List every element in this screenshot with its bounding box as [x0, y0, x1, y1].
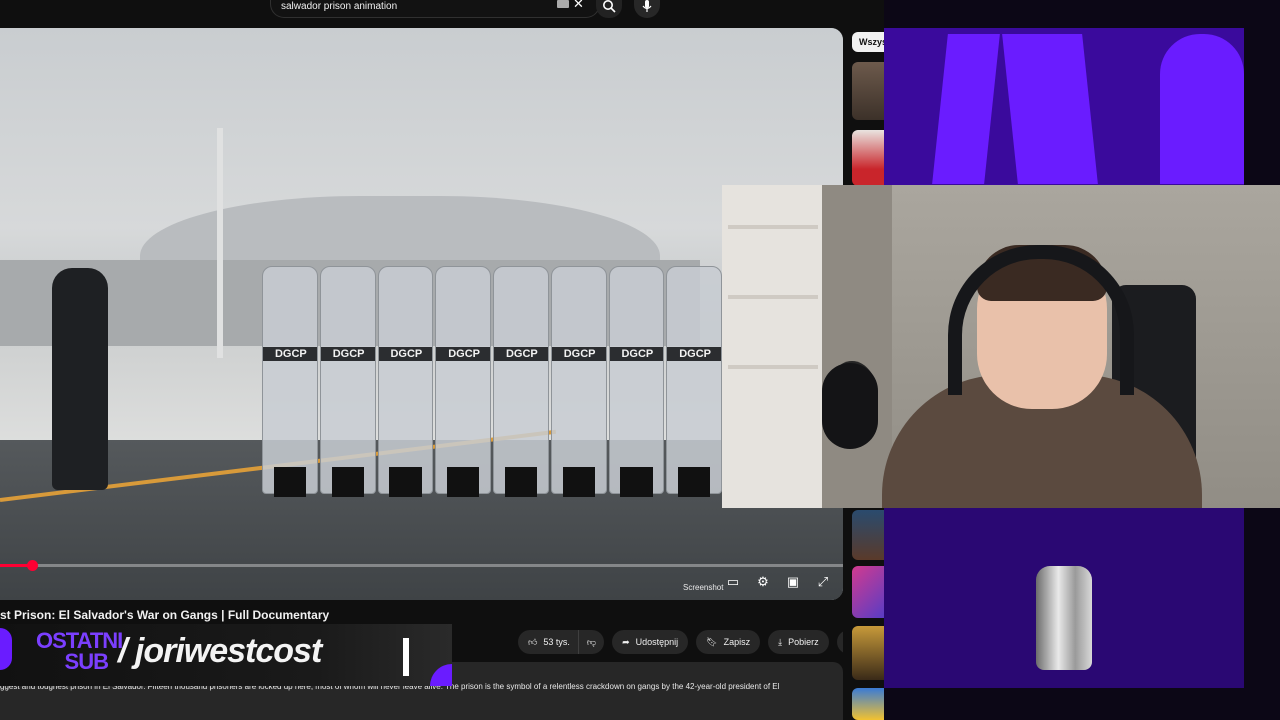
riot-shield: DGCP [435, 266, 491, 497]
keyboard-icon[interactable] [557, 0, 569, 8]
progress-bar[interactable] [0, 564, 843, 567]
riot-shield: DGCP [262, 266, 318, 497]
riot-shield: DGCP [550, 266, 607, 497]
riot-shield: DGCP [319, 266, 376, 497]
download-icon: ⤓ [778, 636, 783, 647]
video-player[interactable]: DGCP DGCP DGCP DGCP DGCP DGCP DGCP DGCP Screens… [0, 28, 843, 600]
riot-shield: DGCP [666, 266, 722, 497]
video-actions: 👍︎ 53 tys. 👎︎ ➦ Udostępnij 🔖︎ Zapisz ⤓ P… [518, 630, 861, 654]
shield-tag: DGCP [274, 348, 307, 360]
share-label: Udostępnij [635, 637, 679, 647]
like-button[interactable]: 👍︎ 53 tys. [518, 630, 578, 654]
theater-mode-icon[interactable]: ▣ [785, 574, 801, 590]
share-button[interactable]: ➦ Udostępnij [612, 630, 689, 654]
save-label: Zapisz [723, 637, 751, 647]
fullscreen-icon[interactable]: ⤢ [815, 574, 831, 590]
microphone [822, 363, 878, 449]
search-icon [603, 0, 616, 13]
bookmark-icon: 🔖︎ [706, 636, 718, 647]
trophy-graphic [1036, 566, 1092, 670]
shield-line: DGCP DGCP DGCP DGCP DGCP DGCP DGCP DGCP [262, 266, 722, 497]
last-sub-label: OSTATNI SUB [36, 628, 123, 674]
progress-scrubber[interactable] [27, 560, 39, 571]
video-officer [52, 268, 108, 490]
shield-tag: DGCP [505, 348, 538, 360]
close-icon[interactable]: ✕ [573, 0, 584, 12]
download-label: Pobierz [788, 637, 819, 647]
shield-tag: DGCP [621, 348, 654, 360]
last-sub-cursor [403, 638, 409, 676]
overlay-graphic [1160, 34, 1244, 184]
shield-tag: DGCP [332, 348, 365, 360]
riot-shield: DGCP [493, 266, 549, 497]
last-sub-name: / joriwestcost [118, 632, 322, 670]
last-sub-accent [0, 628, 12, 670]
thumbs-up-icon: 👍︎ [528, 636, 538, 647]
webcam-bookshelf [722, 185, 822, 508]
player-controls-right: ▭ ⚙ ▣ ⤢ [725, 574, 831, 590]
dislike-button[interactable]: 👎︎ [577, 630, 605, 654]
screenshot-icon[interactable]: ▭ [725, 574, 741, 590]
shield-tag: DGCP [563, 348, 596, 360]
video-title: st Prison: El Salvador's War on Gangs | … [0, 608, 330, 622]
shield-tag: DGCP [390, 348, 423, 360]
share-icon: ➦ [622, 636, 630, 647]
settings-icon[interactable]: ⚙ [755, 574, 771, 590]
thumbs-down-icon: 👎︎ [586, 636, 597, 647]
riot-shield: DGCP [608, 266, 665, 497]
shield-tag: DGCP [448, 348, 481, 360]
save-button[interactable]: 🔖︎ Zapisz [696, 630, 761, 654]
search-input[interactable] [281, 0, 551, 14]
search-box[interactable]: ✕ [270, 0, 600, 18]
shield-tag: DGCP [679, 348, 712, 360]
webcam-feed [722, 185, 1280, 508]
overlay-graphic [1002, 34, 1098, 184]
mic-icon [642, 0, 652, 12]
like-count: 53 tys. [543, 637, 570, 647]
video-pole [217, 128, 223, 358]
riot-shield: DGCP [377, 266, 434, 497]
screenshot-label: Screenshot [683, 583, 724, 592]
download-button[interactable]: ⤓ Pobierz [768, 630, 829, 654]
